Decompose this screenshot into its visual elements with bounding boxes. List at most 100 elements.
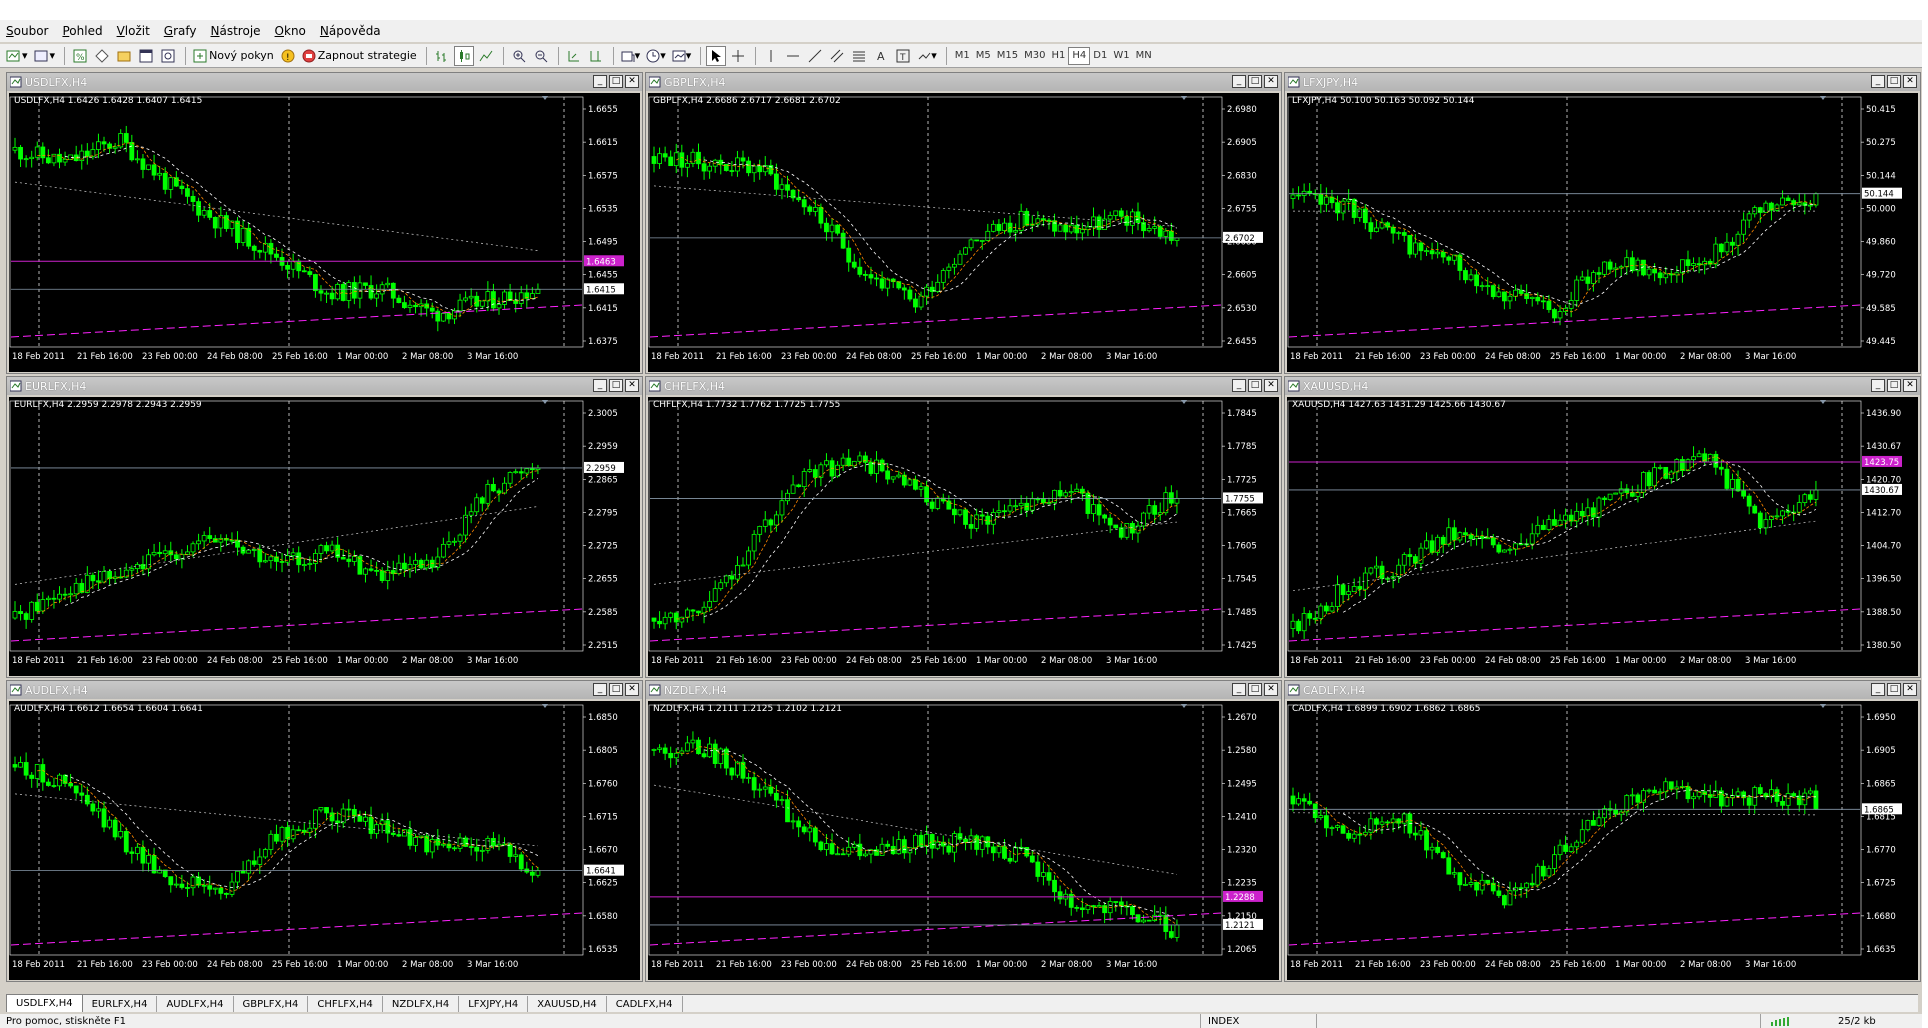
chart-canvas[interactable]: 1.6950 1.6905 1.6865 1.6815 1.6770 1.6725 1.66… xyxy=(1287,701,1918,980)
templates-icon[interactable]: ▾ xyxy=(670,46,694,66)
navigator-icon[interactable] xyxy=(114,46,134,66)
chart-titlebar[interactable]: LFXJPY,H4 _ □ ✕ xyxy=(1285,73,1920,91)
market-watch-icon[interactable]: % xyxy=(70,46,90,66)
minimize-button[interactable]: _ xyxy=(593,75,607,88)
chart-window[interactable]: CADLFX,H4 _ □ ✕ 1.6950 1.6905 1.6865 1.6815… xyxy=(1284,680,1921,982)
maximize-button[interactable]: □ xyxy=(1248,379,1262,392)
trendline-icon[interactable] xyxy=(805,46,825,66)
minimize-button[interactable]: _ xyxy=(1871,75,1885,88)
close-button[interactable]: ✕ xyxy=(625,379,639,392)
autotrading-button[interactable]: Zapnout strategie xyxy=(300,46,419,66)
indicators-icon[interactable]: ▾ xyxy=(619,46,643,66)
maximize-button[interactable]: □ xyxy=(1887,379,1901,392)
minimize-button[interactable]: _ xyxy=(1232,75,1246,88)
data-window-icon[interactable] xyxy=(92,46,112,66)
maximize-button[interactable]: □ xyxy=(1887,683,1901,696)
maximize-button[interactable]: □ xyxy=(609,75,623,88)
chart-titlebar[interactable]: EURLFX,H4 _ □ ✕ xyxy=(7,377,642,395)
arrows-icon[interactable]: ▾ xyxy=(915,46,939,66)
close-button[interactable]: ✕ xyxy=(1264,683,1278,696)
close-button[interactable]: ✕ xyxy=(1903,379,1917,392)
chart-window[interactable]: NZDLFX,H4 _ □ ✕ 1.2670 1.2580 1.2495 1.2410… xyxy=(645,680,1282,982)
chart-tab[interactable]: LFXJPY,H4 xyxy=(459,996,529,1012)
chart-tab[interactable]: CHFLFX,H4 xyxy=(308,996,383,1012)
chart-canvas[interactable]: 2.69802.69052.68302.67552.66802.66052.65… xyxy=(648,93,1279,372)
maximize-button[interactable]: □ xyxy=(1887,75,1901,88)
minimize-button[interactable]: _ xyxy=(1871,379,1885,392)
chart-titlebar[interactable]: AUDLFX,H4 _ □ ✕ xyxy=(7,681,642,699)
chart-window[interactable]: USDLFX,H4 _ □ ✕ 1.6655 1.6615 1.6575 1.6535… xyxy=(6,72,643,374)
chart-canvas[interactable]: 1.6655 1.6615 1.6575 1.6535 1.6495 1.6455 1.64… xyxy=(9,93,640,372)
menu-file[interactable]: Soubor xyxy=(6,24,48,38)
menu-charts[interactable]: Grafy xyxy=(164,24,197,38)
menu-help[interactable]: Nápověda xyxy=(320,24,381,38)
chart-titlebar[interactable]: CHFLFX,H4 _ □ ✕ xyxy=(646,377,1281,395)
chart-window[interactable]: AUDLFX,H4 _ □ ✕ 1.6850 1.6805 1.6760 1.6715… xyxy=(6,680,643,982)
menu-window[interactable]: Okno xyxy=(275,24,306,38)
candlestick-chart-icon[interactable] xyxy=(453,45,474,66)
chart-shift-icon[interactable] xyxy=(586,46,606,66)
line-chart-icon[interactable] xyxy=(476,46,496,66)
maximize-button[interactable]: □ xyxy=(609,379,623,392)
timeframe-h1[interactable]: H1 xyxy=(1049,47,1069,65)
strategy-tester-icon[interactable] xyxy=(158,46,178,66)
chart-tab[interactable]: GBPLFX,H4 xyxy=(234,996,309,1012)
timeframe-w1[interactable]: W1 xyxy=(1110,47,1132,65)
new-order-button[interactable]: Nový pokyn xyxy=(191,46,276,66)
autoscroll-icon[interactable] xyxy=(564,46,584,66)
close-button[interactable]: ✕ xyxy=(625,75,639,88)
menu-view[interactable]: Pohled xyxy=(62,24,102,38)
close-button[interactable]: ✕ xyxy=(1903,683,1917,696)
minimize-button[interactable]: _ xyxy=(593,683,607,696)
metaeditor-icon[interactable]: ! xyxy=(278,46,298,66)
chart-window[interactable]: XAUUSD,H4 _ □ ✕ 1436.90 1430.67 1420.70 141… xyxy=(1284,376,1921,678)
chart-titlebar[interactable]: GBPLFX,H4 _ □ ✕ xyxy=(646,73,1281,91)
minimize-button[interactable]: _ xyxy=(593,379,607,392)
minimize-button[interactable]: _ xyxy=(1232,683,1246,696)
horizontal-line-icon[interactable] xyxy=(783,46,803,66)
chart-canvas[interactable]: 50.415 50.275 50.144 50.000 49.860 49.720 49.5… xyxy=(1287,93,1918,372)
timeframe-m5[interactable]: M5 xyxy=(973,47,994,65)
chart-tab[interactable]: XAUUSD,H4 xyxy=(528,996,607,1012)
chart-canvas[interactable]: 1.2670 1.2580 1.2495 1.2410 1.2320 1.2235 1.21… xyxy=(648,701,1279,980)
menu-tools[interactable]: Nástroje xyxy=(211,24,261,38)
maximize-button[interactable]: □ xyxy=(1248,75,1262,88)
chart-tab[interactable]: AUDLFX,H4 xyxy=(157,996,234,1012)
text-tool-icon[interactable]: A xyxy=(871,46,891,66)
fibonacci-icon[interactable] xyxy=(849,46,869,66)
chart-canvas[interactable]: 2.3005 2.2959 2.2865 2.2795 2.2725 2.2655 2.25… xyxy=(9,397,640,676)
timeframe-m30[interactable]: M30 xyxy=(1021,47,1048,65)
chart-canvas[interactable]: 1.7845 1.7785 1.7725 1.7665 1.7605 1.7545 1.74… xyxy=(648,397,1279,676)
chart-tab[interactable]: CADLFX,H4 xyxy=(607,996,683,1012)
close-button[interactable]: ✕ xyxy=(1264,379,1278,392)
chart-titlebar[interactable]: XAUUSD,H4 _ □ ✕ xyxy=(1285,377,1920,395)
chart-canvas[interactable]: 1436.90 1430.67 1420.70 1412.70 1404.70 1396.… xyxy=(1287,397,1918,676)
chart-window[interactable]: LFXJPY,H4 _ □ ✕ 50.415 50.275 50.144 50.000… xyxy=(1284,72,1921,374)
close-button[interactable]: ✕ xyxy=(625,683,639,696)
timeframe-h4[interactable]: H4 xyxy=(1068,46,1091,65)
chart-canvas[interactable]: 1.6850 1.6805 1.6760 1.6715 1.6670 1.6625 1.65… xyxy=(9,701,640,980)
chart-tab[interactable]: EURLFX,H4 xyxy=(83,996,158,1012)
chart-titlebar[interactable]: USDLFX,H4 _ □ ✕ xyxy=(7,73,642,91)
crosshair-icon[interactable] xyxy=(728,46,748,66)
zoom-out-icon[interactable] xyxy=(531,46,551,66)
menu-insert[interactable]: Vložit xyxy=(117,24,150,38)
chart-window[interactable]: CHFLFX,H4 _ □ ✕ 1.7845 1.7785 1.7725 1.7665… xyxy=(645,376,1282,678)
chart-tab[interactable]: NZDLFX,H4 xyxy=(383,996,460,1012)
maximize-button[interactable]: □ xyxy=(609,683,623,696)
timeframe-m15[interactable]: M15 xyxy=(994,47,1021,65)
chart-tab[interactable]: USDLFX,H4 xyxy=(6,994,83,1012)
timeframe-mn[interactable]: MN xyxy=(1133,47,1155,65)
timeframe-d1[interactable]: D1 xyxy=(1090,47,1110,65)
minimize-button[interactable]: _ xyxy=(1232,379,1246,392)
timeframe-m1[interactable]: M1 xyxy=(952,47,973,65)
text-label-icon[interactable]: T xyxy=(893,46,913,66)
chart-titlebar[interactable]: CADLFX,H4 _ □ ✕ xyxy=(1285,681,1920,699)
zoom-in-icon[interactable] xyxy=(509,46,529,66)
vertical-line-icon[interactable] xyxy=(761,46,781,66)
profiles-icon[interactable]: ▾ xyxy=(32,46,58,66)
cursor-icon[interactable] xyxy=(706,45,727,66)
chart-titlebar[interactable]: NZDLFX,H4 _ □ ✕ xyxy=(646,681,1281,699)
chart-window[interactable]: EURLFX,H4 _ □ ✕ 2.3005 2.2959 2.2865 2.2795… xyxy=(6,376,643,678)
chart-window[interactable]: GBPLFX,H4 _ □ ✕ 2.6980 2.6905 2.6830 2.6755… xyxy=(645,72,1282,374)
